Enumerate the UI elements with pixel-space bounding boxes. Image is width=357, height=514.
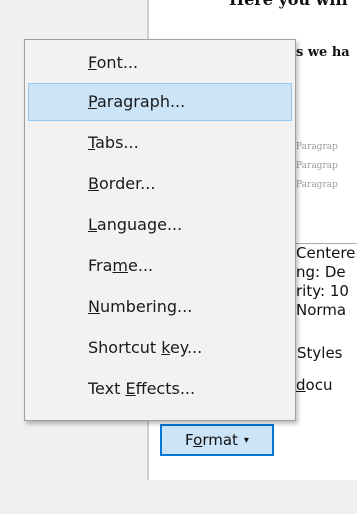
menu-item-tabs[interactable]: Tabs... bbox=[28, 124, 292, 162]
new-documents-option[interactable]: docu bbox=[296, 376, 332, 394]
description-line: rity: 10 bbox=[296, 282, 349, 300]
menu-item-border[interactable]: Border... bbox=[28, 165, 292, 203]
preview-line: Paragrap bbox=[296, 180, 338, 190]
preview-line: Paragrap bbox=[296, 142, 338, 152]
menu-item-text-effects[interactable]: Text Effects... bbox=[28, 370, 292, 408]
menu-item-paragraph[interactable]: Paragraph... bbox=[28, 83, 292, 121]
format-dropdown-menu: Font... Paragraph... Tabs... Border... L… bbox=[24, 39, 296, 421]
menu-item-numbering[interactable]: Numbering... bbox=[28, 288, 292, 326]
option-text: ocu bbox=[305, 376, 333, 394]
paragraph-preview: Paragrap Paragrap Paragrap bbox=[296, 138, 338, 195]
description-line: Norma bbox=[296, 301, 347, 319]
menu-item-font[interactable]: Font... bbox=[28, 44, 292, 82]
style-description-box: Centere ng: De rity: 10 Norma bbox=[293, 243, 357, 330]
option-mnemonic: d bbox=[296, 376, 306, 394]
description-line: ng: De bbox=[296, 263, 346, 281]
styles-label-text: Styles bbox=[297, 344, 343, 362]
document-text-line: Here you will bbox=[229, 0, 348, 9]
add-to-styles-checkbox-label[interactable]: Styles bbox=[297, 344, 343, 362]
menu-item-frame[interactable]: Frame... bbox=[28, 247, 292, 285]
preview-line: Paragrap bbox=[296, 161, 338, 171]
description-line: Centere bbox=[296, 244, 356, 262]
document-text-line: s we ha bbox=[296, 45, 350, 60]
format-button-label: Format bbox=[185, 431, 238, 449]
menu-item-language[interactable]: Language... bbox=[28, 206, 292, 244]
chevron-down-icon: ▾ bbox=[243, 435, 249, 446]
format-button[interactable]: Format ▾ bbox=[160, 424, 274, 456]
menu-item-shortcut-key[interactable]: Shortcut key... bbox=[28, 329, 292, 367]
bottom-area bbox=[0, 480, 357, 514]
